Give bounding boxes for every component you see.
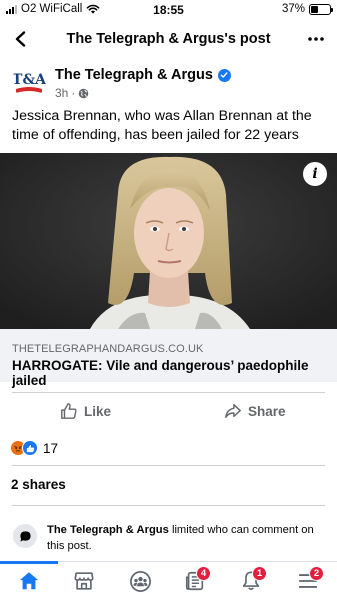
menu-badge: 2 xyxy=(309,566,324,581)
more-dots-icon xyxy=(308,37,324,41)
post-text: Jessica Brennan, who was Allan Brennan a… xyxy=(12,108,312,143)
nav-menu[interactable]: 2 xyxy=(288,565,328,597)
nav-home[interactable] xyxy=(0,561,58,597)
bottom-navigation: 4 1 2 xyxy=(0,561,337,600)
post-image[interactable]: i xyxy=(0,153,337,329)
reaction-count: 17 xyxy=(43,440,59,456)
reactions-summary[interactable]: 17 xyxy=(10,437,58,459)
comment-limit-notice: The Telegraph & Argus limited who can co… xyxy=(0,514,337,562)
link-domain: THETELEGRAPHANDARGUS.CO.UK xyxy=(12,343,204,355)
page-name: The Telegraph & Argus xyxy=(55,67,213,83)
home-icon xyxy=(19,572,39,590)
link-title: HARROGATE: Vile and dangerous’ paedophil… xyxy=(12,358,309,388)
globe-icon[interactable] xyxy=(78,88,89,99)
battery-percent: 37% xyxy=(281,3,305,15)
meta-separator: · xyxy=(71,86,76,100)
status-left: O2 WiFiCall xyxy=(6,3,100,15)
top-header: The Telegraph & Argus's post xyxy=(0,20,337,58)
marketplace-icon xyxy=(74,572,94,590)
news-badge: 4 xyxy=(196,566,211,581)
nav-marketplace[interactable] xyxy=(64,565,104,597)
thumbs-up-icon xyxy=(61,403,77,419)
page-name-link[interactable]: The Telegraph & Argus xyxy=(55,67,231,83)
post-time[interactable]: 3h xyxy=(55,86,68,100)
like-button[interactable]: Like xyxy=(60,393,111,429)
nav-news[interactable]: 4 xyxy=(175,565,215,597)
like-reaction-icon xyxy=(22,440,38,456)
like-label: Like xyxy=(84,403,112,419)
telegraph-argus-logo: T&A xyxy=(12,64,46,98)
action-bar: Like Share xyxy=(0,393,337,429)
divider-middle xyxy=(12,465,325,466)
divider-bottom xyxy=(12,505,325,506)
status-right: 37% xyxy=(281,3,333,15)
share-button[interactable]: Share xyxy=(224,393,286,429)
battery-fill xyxy=(311,5,318,13)
carrier-name: O2 WiFiCall xyxy=(21,3,83,15)
post-meta: 3h · xyxy=(55,86,89,100)
info-button[interactable]: i xyxy=(303,162,327,186)
header-title: The Telegraph & Argus's post xyxy=(66,31,271,47)
nav-groups[interactable] xyxy=(120,565,160,597)
groups-icon xyxy=(129,570,151,592)
status-bar: O2 WiFiCall 18:55 37% xyxy=(0,0,337,20)
share-arrow-icon xyxy=(225,403,241,419)
page-avatar[interactable]: T&A xyxy=(12,64,46,98)
nav-notifications[interactable]: 1 xyxy=(231,565,271,597)
link-preview[interactable]: THETELEGRAPHANDARGUS.CO.UK HARROGATE: Vi… xyxy=(0,329,337,388)
notifications-badge: 1 xyxy=(252,566,267,581)
comment-bubble-icon xyxy=(13,524,37,548)
portrait-photo xyxy=(0,153,337,329)
svg-text:T&A: T&A xyxy=(12,72,46,88)
post-header: T&A The Telegraph & Argus 3h · xyxy=(0,58,337,104)
more-options-button[interactable] xyxy=(305,28,327,50)
share-label: Share xyxy=(248,403,286,419)
notice-page-name[interactable]: The Telegraph & Argus xyxy=(47,524,169,536)
wifi-icon xyxy=(87,4,100,14)
notice-text: The Telegraph & Argus limited who can co… xyxy=(47,522,329,554)
verified-badge-icon xyxy=(217,68,231,82)
battery-icon xyxy=(309,3,333,15)
signal-icon xyxy=(6,4,17,14)
back-button[interactable] xyxy=(10,28,32,50)
back-arrow-icon xyxy=(15,31,26,47)
shares-count[interactable]: 2 shares xyxy=(11,477,66,492)
